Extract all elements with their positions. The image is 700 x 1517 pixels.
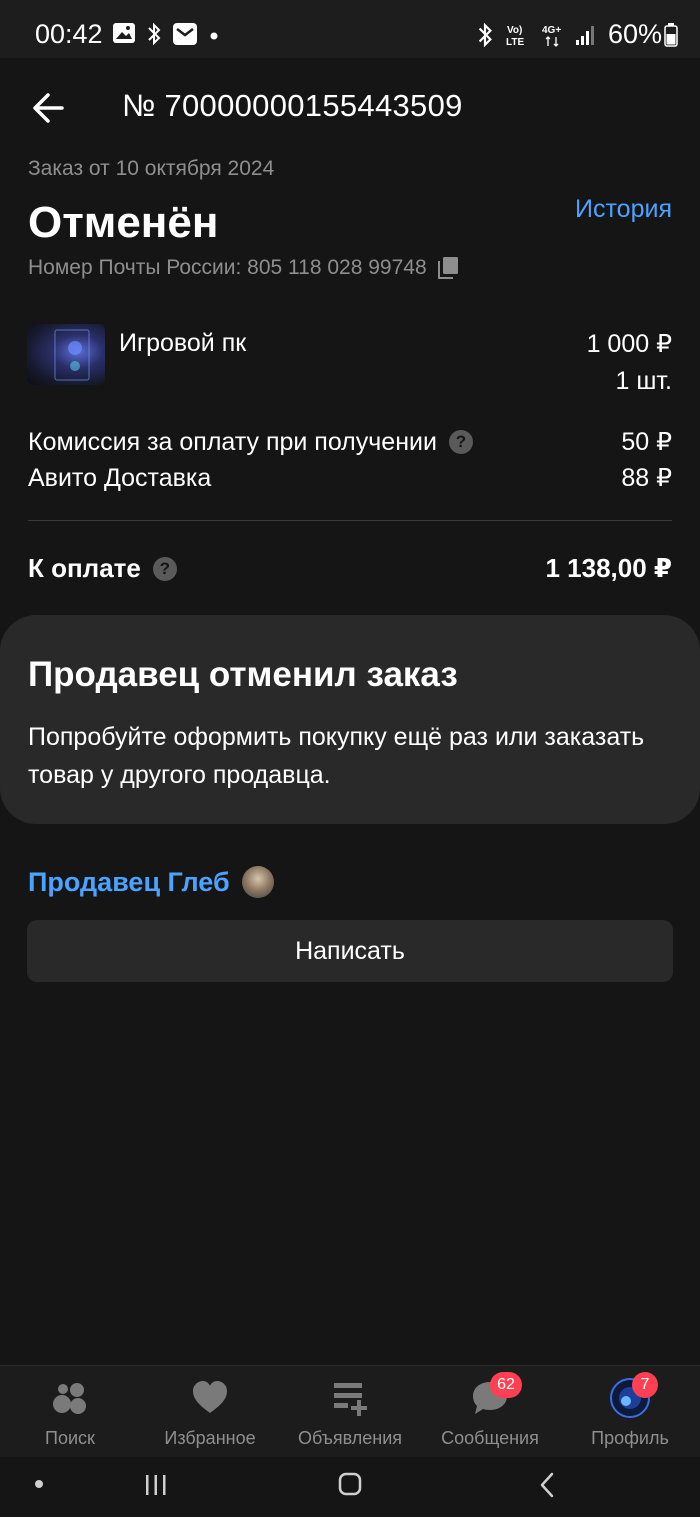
home-icon[interactable]	[337, 1471, 363, 1497]
order-status: Отменён	[28, 198, 219, 247]
battery-icon	[664, 22, 678, 47]
tab-label: Избранное	[164, 1428, 256, 1448]
profile-badge: 7	[632, 1372, 658, 1398]
tab-label: Сообщения	[441, 1428, 539, 1448]
tab-profile[interactable]: 7 Профиль	[560, 1366, 700, 1458]
messages-badge: 62	[490, 1372, 522, 1398]
tab-messages[interactable]: 62 Сообщения	[420, 1366, 560, 1458]
notice-title: Продавец отменил заказ	[28, 655, 458, 694]
status-time: 00:42	[35, 19, 103, 49]
volte-icon: Vo) LTE	[506, 25, 524, 48]
status-right: Vo) LTE 4G+ 60%	[476, 19, 678, 50]
tracking-number: Номер Почты России: 805 118 028 99748	[28, 256, 459, 280]
item-title[interactable]: Игровой пк	[119, 329, 246, 358]
divider	[28, 520, 672, 521]
gallery-icon	[113, 23, 135, 43]
recent-apps-icon[interactable]	[143, 1472, 169, 1498]
heart-icon	[193, 1381, 227, 1413]
copy-icon[interactable]	[437, 256, 459, 280]
seller-name[interactable]: Продавец Глеб	[28, 867, 230, 898]
network-4g-icon: 4G+	[542, 25, 561, 47]
item-thumbnail[interactable]	[27, 324, 105, 385]
tab-label: Профиль	[591, 1428, 669, 1448]
back-nav-icon[interactable]	[536, 1471, 558, 1499]
total-label: К оплате	[28, 553, 141, 583]
fee-value: 50 ₽	[621, 428, 672, 456]
back-arrow-icon[interactable]	[28, 86, 72, 130]
profile-icon-wrap: 7	[610, 1372, 658, 1418]
order-date: Заказ от 10 октября 2024	[28, 157, 275, 180]
ads-icon	[334, 1383, 367, 1416]
order-number: № 70000000155443509	[122, 88, 463, 123]
system-navigation-bar	[0, 1457, 700, 1517]
bottom-tab-bar: Поиск Избранное Объявления 62 Сообщения	[0, 1365, 700, 1457]
fee-value: 88 ₽	[621, 464, 672, 492]
tab-search[interactable]: Поиск	[0, 1366, 140, 1458]
fee-label: Авито Доставка	[28, 463, 212, 492]
cancellation-notice-card: Продавец отменил заказ Попробуйте оформи…	[0, 615, 700, 824]
item-quantity: 1 шт.	[615, 367, 672, 395]
help-icon[interactable]: ?	[448, 430, 473, 454]
notification-dot-icon	[210, 32, 218, 40]
nav-dot-icon	[35, 1480, 43, 1488]
svg-text:Vo): Vo)	[507, 25, 522, 36]
write-message-button[interactable]: Написать	[27, 920, 673, 982]
seller-avatar[interactable]	[241, 866, 274, 898]
tab-ads[interactable]: Объявления	[280, 1366, 420, 1458]
notice-text: Попробуйте оформить покупку ещё раз или …	[28, 723, 645, 789]
status-bar: 00:42 Vo) LTE 4G+ 60%	[0, 0, 700, 58]
tracking-label: Номер Почты России: 805 118 028 99748	[28, 256, 427, 279]
fee-row-commission: Комиссия за оплату при получении ? 50 ₽	[28, 427, 672, 457]
battery-percent: 60%	[607, 19, 662, 49]
total-row: К оплате ? 1 138,00 ₽	[28, 553, 672, 584]
svg-text:LTE: LTE	[506, 37, 524, 48]
seller-link[interactable]: Продавец Глеб	[28, 866, 274, 898]
total-value: 1 138,00 ₽	[545, 553, 672, 583]
mail-icon	[173, 23, 197, 45]
bluetooth-icon	[478, 22, 492, 47]
tab-favorites[interactable]: Избранное	[140, 1366, 280, 1458]
chat-icon-wrap: 62	[470, 1372, 522, 1418]
svg-text:4G+: 4G+	[542, 25, 561, 36]
bluetooth-icon	[148, 22, 161, 46]
tab-label: Объявления	[297, 1428, 403, 1448]
fee-row-delivery: Авито Доставка 88 ₽	[28, 463, 672, 493]
search-icon	[53, 1383, 86, 1414]
signal-icon	[575, 25, 594, 45]
pc-image-icon	[54, 329, 90, 381]
history-link[interactable]: История	[575, 195, 672, 224]
item-price: 1 000 ₽	[586, 330, 672, 358]
help-icon[interactable]: ?	[152, 556, 177, 581]
fee-label: Комиссия за оплату при получении	[28, 427, 437, 456]
tab-label: Поиск	[45, 1428, 95, 1448]
